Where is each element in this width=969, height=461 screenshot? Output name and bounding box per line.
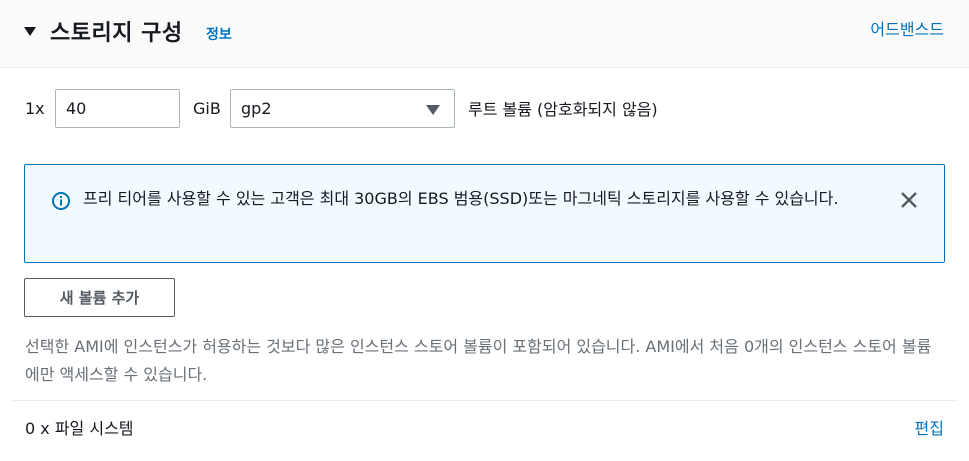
caret-down-icon[interactable] <box>24 27 36 36</box>
edit-file-systems-link[interactable]: 편집 <box>915 415 944 439</box>
volume-type-select[interactable]: gp2 <box>230 89 455 128</box>
instance-store-note: 선택한 AMI에 인스턴스가 허용하는 것보다 많은 인스턴스 스토어 볼륨이 … <box>25 337 932 384</box>
add-volume-button[interactable]: 새 볼륨 추가 <box>24 278 175 317</box>
close-icon[interactable] <box>900 191 918 209</box>
volume-size-input[interactable] <box>55 89 180 128</box>
divider <box>12 400 957 401</box>
info-circle-icon <box>52 192 70 210</box>
volume-type-value: gp2 <box>241 99 272 118</box>
file-systems-label: 0 x 파일 시스템 <box>25 419 134 438</box>
volume-size-unit: GiB <box>193 99 221 118</box>
advanced-link[interactable]: 어드밴스드 <box>870 16 944 40</box>
root-volume-label: 루트 볼륨 (암호화되지 않음) <box>468 100 658 119</box>
section-header: 스토리지 구성 정보 어드밴스드 <box>0 0 969 68</box>
volume-multiplier: 1x <box>25 99 45 118</box>
info-link[interactable]: 정보 <box>206 24 232 44</box>
free-tier-alert: 프리 티어를 사용할 수 있는 고객은 최대 30GB의 EBS 범용(SSD)… <box>24 164 945 263</box>
caret-down-icon <box>426 105 440 115</box>
section-title[interactable]: 스토리지 구성 <box>50 15 183 47</box>
alert-message: 프리 티어를 사용할 수 있는 고객은 최대 30GB의 EBS 범용(SSD)… <box>83 189 839 208</box>
